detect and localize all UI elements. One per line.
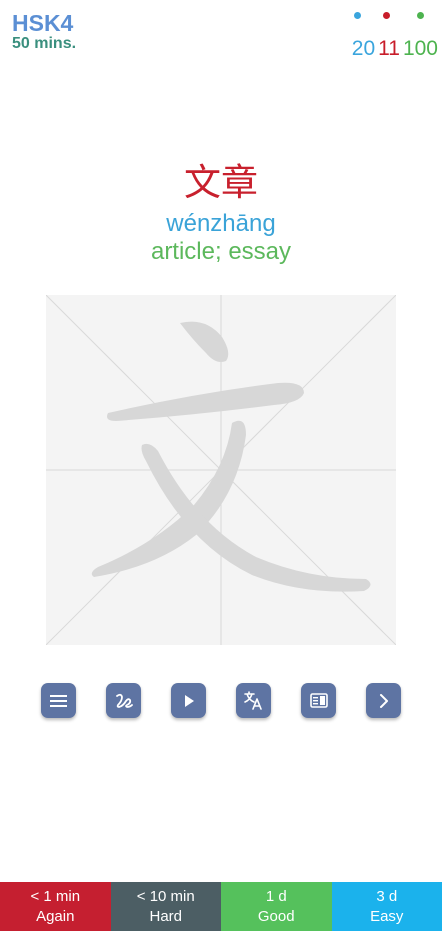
learning-count-dot xyxy=(383,12,390,19)
writing-grid[interactable]: 文 xyxy=(46,295,396,645)
card-counts: 20 11 100 xyxy=(349,37,438,61)
again-button[interactable]: < 1 min Again xyxy=(0,882,111,931)
easy-button[interactable]: 3 d Easy xyxy=(331,882,442,931)
new-count: 20 xyxy=(351,37,376,60)
character-outline xyxy=(91,321,371,592)
deck-title: HSK4 xyxy=(12,10,74,36)
good-interval: 1 d xyxy=(265,887,287,905)
translate-icon xyxy=(244,691,262,710)
stroke-order-icon xyxy=(115,693,133,708)
good-label: Good xyxy=(257,907,295,925)
menu-icon xyxy=(50,694,67,707)
hard-button[interactable]: < 10 min Hard xyxy=(110,882,221,931)
dictionary-icon xyxy=(309,693,328,708)
again-label: Again xyxy=(36,907,75,925)
chevron-right-icon xyxy=(379,693,388,708)
next-button[interactable] xyxy=(366,683,401,718)
dictionary-button[interactable] xyxy=(301,683,336,718)
review-count-dot xyxy=(417,12,424,19)
hard-interval: < 10 min xyxy=(136,887,195,905)
easy-interval: 3 d xyxy=(376,887,398,905)
stroke-order-button[interactable] xyxy=(106,683,141,718)
easy-label: Easy xyxy=(370,907,404,925)
learning-count: 11 xyxy=(378,37,400,60)
card-meaning: article; essay xyxy=(150,238,292,265)
new-count-dot xyxy=(354,12,361,19)
play-icon xyxy=(184,694,194,707)
again-interval: < 1 min xyxy=(30,887,81,905)
good-button[interactable]: 1 d Good xyxy=(221,882,332,931)
review-count: 100 xyxy=(402,37,438,60)
menu-button[interactable] xyxy=(41,683,76,718)
play-button[interactable] xyxy=(171,683,206,718)
translate-button[interactable] xyxy=(236,683,271,718)
card-hanzi: 文章 xyxy=(184,161,258,204)
card-pinyin: wénzhāng xyxy=(166,210,276,237)
time-left: 50 mins. xyxy=(12,35,77,52)
grade-bar: < 1 min Again < 10 min Hard 1 d Good 3 d… xyxy=(0,882,442,931)
hard-label: Hard xyxy=(149,907,182,925)
